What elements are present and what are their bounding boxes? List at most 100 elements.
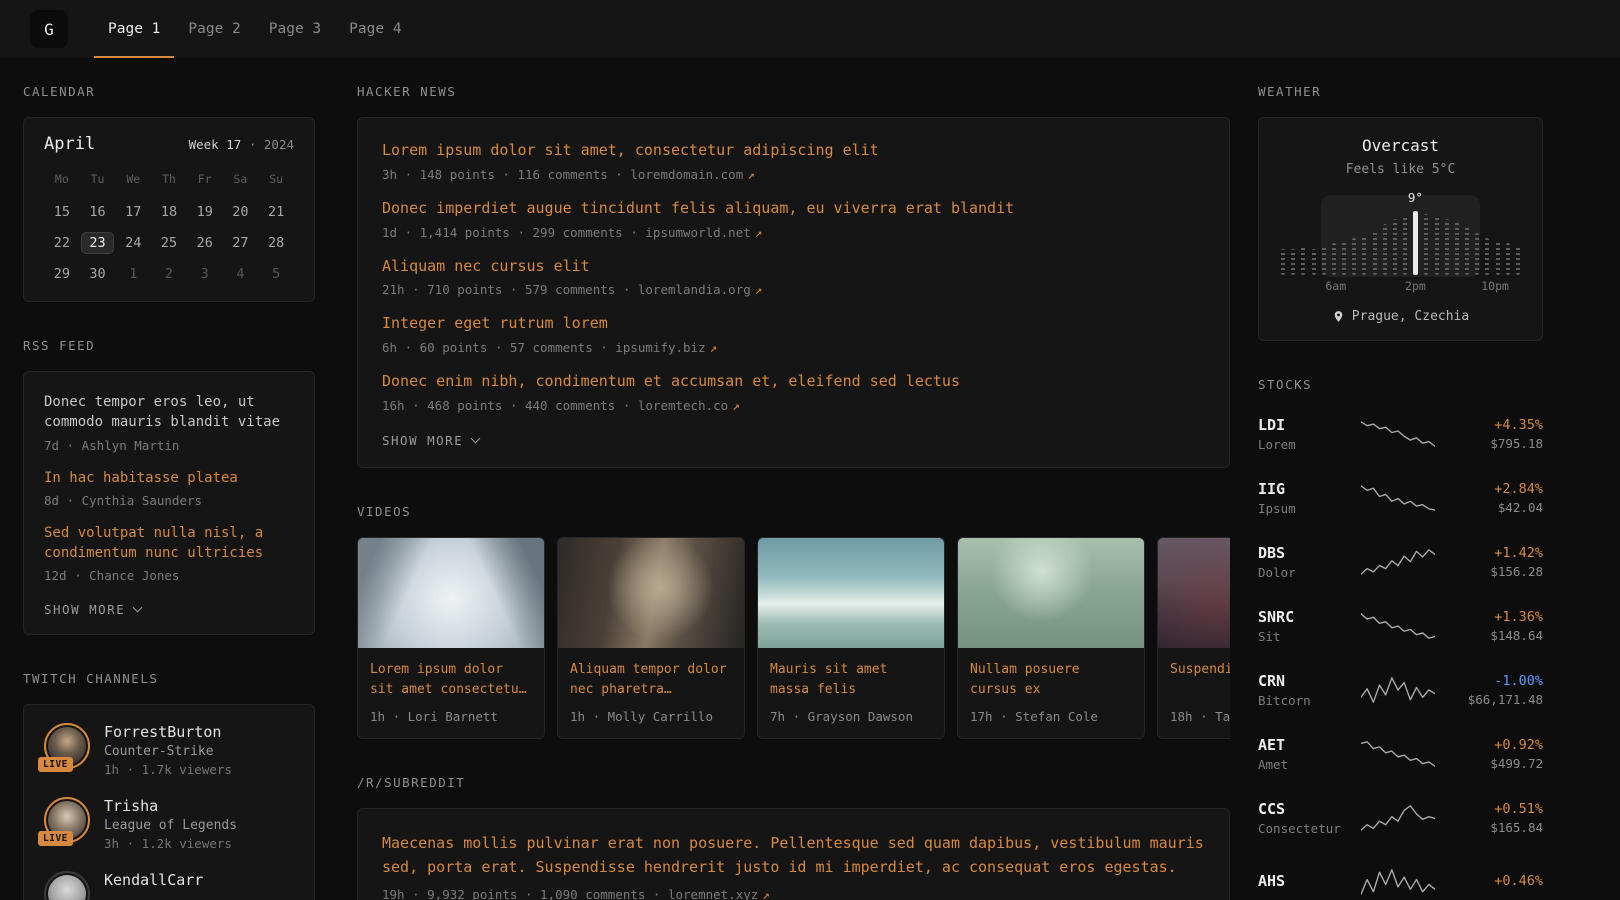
twitch-widget: TWITCH CHANNELS LIVEForrestBurtonCounter… [23,671,315,900]
calendar-day[interactable]: 26 [187,227,223,258]
calendar-day[interactable]: 16 [80,196,116,227]
external-link-icon: ↗ [732,398,740,413]
stock-row[interactable]: IIGIpsum+2.84%$42.04 [1258,466,1543,530]
video-card[interactable]: Nullam posuere cursus ex17h · Stefan Col… [957,537,1145,739]
stock-name: Lorem [1258,437,1346,452]
video-title[interactable]: Mauris sit amet massa felis [770,660,932,700]
stock-row[interactable]: SNRCSit+1.36%$148.64 [1258,594,1543,658]
calendar-day[interactable]: 18 [151,196,187,227]
tab-page-3[interactable]: Page 3 [255,0,335,58]
stock-row[interactable]: CCSConsectetur+0.51%$165.84 [1258,786,1543,850]
sparkline-chart [1361,611,1435,641]
feed-item-title[interactable]: Donec imperdiet augue tincidunt felis al… [382,198,1205,220]
right-column: WEATHER Overcast Feels like 5°C 9°6am2pm… [1258,84,1543,900]
calendar-day-number: 25 [161,235,177,251]
video-card[interactable]: Lorem ipsum dolor sit amet consectetu… 1h… [357,537,545,739]
stock-name: Dolor [1258,565,1346,580]
twitch-channel-row[interactable]: KendallCarr [44,871,294,900]
tab-page-1[interactable]: Page 1 [94,0,174,58]
calendar-day-number: 28 [268,235,284,251]
calendar-day[interactable]: 22 [44,227,80,258]
calendar-day[interactable]: 30 [80,258,116,289]
stock-sparkline [1346,611,1449,641]
feed-item-meta: 12d · Chance Jones [44,568,294,583]
videos-row[interactable]: Lorem ipsum dolor sit amet consectetu… 1h… [357,537,1230,739]
feed-item-title[interactable]: Aliquam nec cursus elit [382,256,1205,278]
feed-item-meta-text: 12d · Chance Jones [44,568,179,583]
calendar-day[interactable]: 20 [223,196,259,227]
calendar-day[interactable]: 25 [151,227,187,258]
calendar-day[interactable]: 3 [187,258,223,289]
calendar-day[interactable]: 29 [44,258,80,289]
video-title[interactable]: Suspendisse diam [1170,660,1230,700]
feed-item-title[interactable]: Lorem ipsum dolor sit amet, consectetur … [382,140,1205,162]
twitch-channel-row[interactable]: LIVETrishaLeague of Legends3h · 1.2k vie… [44,797,294,851]
weather-bar [1455,222,1459,275]
calendar-day[interactable]: 4 [223,258,259,289]
hackernews-card: Lorem ipsum dolor sit amet, consectetur … [357,117,1230,468]
calendar-day[interactable]: 24 [115,227,151,258]
dashboard: CALENDAR April Week 17 · 2024 MoTuWeThFr… [0,58,1620,900]
stock-row[interactable]: DBSDolor+1.42%$156.28 [1258,530,1543,594]
twitch-channel-name: Trisha [104,797,237,815]
separator-dot: · [249,137,257,152]
video-card-body: Suspendisse diam18h · Tara [1158,648,1230,738]
calendar-day[interactable]: 2 [151,258,187,289]
calendar-year: 2024 [264,137,294,152]
stock-name: Amet [1258,757,1346,772]
calendar-day[interactable]: 15 [44,196,80,227]
calendar-day[interactable]: 28 [258,227,294,258]
feed-item-meta: 3h · 148 points · 116 comments · loremdo… [382,167,1205,182]
weather-chart: 9°6am2pm10pm [1281,193,1520,293]
feed-item-meta: 7d · Ashlyn Martin [44,438,294,453]
video-card[interactable]: Mauris sit amet massa felis7h · Grayson … [757,537,945,739]
sparkline-chart [1361,483,1435,513]
calendar-day[interactable]: 17 [115,196,151,227]
sparkline-chart [1361,803,1435,833]
sparkline-chart [1361,675,1435,705]
app-logo[interactable]: G [30,10,68,48]
hackernews-show-more-button[interactable]: SHOW MORE [382,433,479,448]
weather-time-label: 10pm [1481,279,1509,293]
stock-values: -1.00%$66,171.48 [1449,673,1543,707]
weather-bar [1516,246,1520,275]
calendar-day[interactable]: 21 [258,196,294,227]
stock-change: +0.46% [1449,873,1543,889]
twitch-channel-row[interactable]: LIVEForrestBurtonCounter-Strike1h · 1.7k… [44,723,294,777]
stock-row[interactable]: AHS+0.46% [1258,850,1543,900]
feed-item-title[interactable]: Sed volutpat nulla nisl, a condimentum n… [44,523,294,564]
stock-price: $795.18 [1449,436,1543,451]
stock-values: +0.92%$499.72 [1449,737,1543,771]
calendar-day[interactable]: 5 [258,258,294,289]
stock-row[interactable]: CRNBitcorn-1.00%$66,171.48 [1258,658,1543,722]
feed-item-meta-text: 19h · 9,932 points · 1,090 comments · lo… [382,887,758,900]
calendar-day-number: 5 [272,266,280,282]
video-meta: 1h · Lori Barnett [370,709,532,724]
weather-location-row[interactable]: Prague, Czechia [1281,309,1520,324]
feed-item-title[interactable]: Integer eget rutrum lorem [382,313,1205,335]
stock-row[interactable]: AETAmet+0.92%$499.72 [1258,722,1543,786]
stocks-list: LDILorem+4.35%$795.18IIGIpsum+2.84%$42.0… [1258,402,1543,900]
feed-item-title[interactable]: In hac habitasse platea [44,468,294,488]
video-card[interactable]: Aliquam tempor dolor nec pharetra…1h · M… [557,537,745,739]
stock-change: -1.00% [1449,673,1543,689]
rss-show-more-button[interactable]: SHOW MORE [44,602,141,617]
stock-sparkline [1346,739,1449,769]
feed-item-title[interactable]: Maecenas mollis pulvinar erat non posuer… [382,831,1205,879]
calendar-day[interactable]: 23 [80,227,116,258]
stock-row[interactable]: LDILorem+4.35%$795.18 [1258,402,1543,466]
video-title[interactable]: Nullam posuere cursus ex [970,660,1132,700]
calendar-day[interactable]: 1 [115,258,151,289]
feed-item: Donec imperdiet augue tincidunt felis al… [382,198,1205,240]
calendar-day[interactable]: 27 [223,227,259,258]
feed-item-title[interactable]: Donec enim nibh, condimentum et accumsan… [382,371,1205,393]
feed-item-title[interactable]: Donec tempor eros leo, ut commodo mauris… [44,392,294,433]
video-title[interactable]: Aliquam tempor dolor nec pharetra… [570,660,732,700]
video-card[interactable]: Suspendisse diam18h · Tara [1157,537,1230,739]
tab-page-4[interactable]: Page 4 [335,0,415,58]
twitch-channel-name: KendallCarr [104,871,203,889]
video-title[interactable]: Lorem ipsum dolor sit amet consectetu… [370,660,532,700]
calendar-day[interactable]: 19 [187,196,223,227]
tab-page-2[interactable]: Page 2 [174,0,254,58]
video-thumbnail [558,538,744,648]
